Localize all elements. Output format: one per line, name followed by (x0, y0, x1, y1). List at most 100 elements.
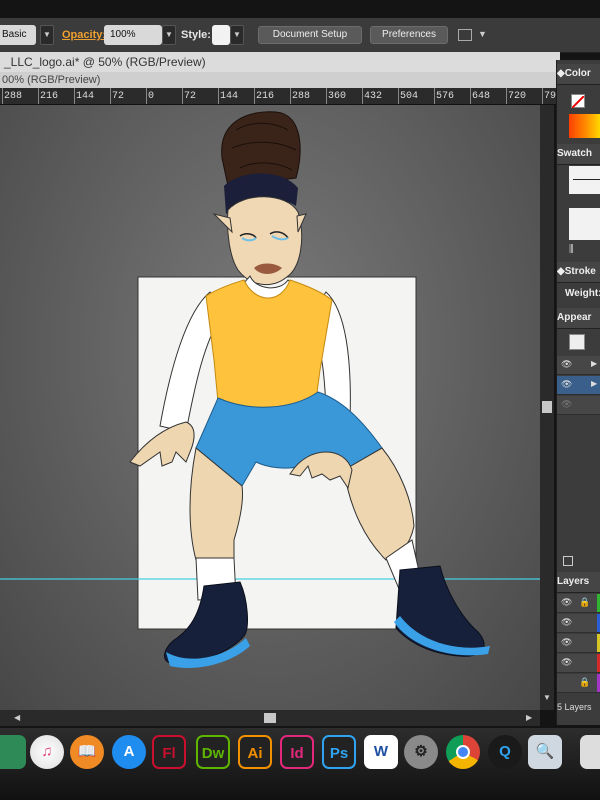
preferences-button[interactable]: Preferences (370, 26, 448, 44)
quicktime-icon[interactable]: Q (488, 735, 522, 769)
none-color-icon[interactable] (571, 94, 585, 109)
word-app-icon[interactable]: W (364, 735, 398, 769)
ruler-tick-line (290, 88, 291, 104)
style-label: Style: (181, 29, 211, 41)
system-preferences-icon[interactable]: ⚙ (404, 735, 438, 769)
right-panel-dock: ◆Color Swatch ⫼ ◆Stroke Weight: Appear 👁… (556, 60, 600, 725)
horizontal-scroll-thumb[interactable] (264, 713, 276, 723)
ruler-tick-line (38, 88, 39, 104)
ruler-tick-label: 504 (400, 91, 419, 102)
document-tab-title: _LLC_logo.ai* @ 50% (RGB/Preview) (4, 55, 206, 69)
swatches-panel-title[interactable]: Swatch (557, 144, 600, 165)
brush-definition-dropdown[interactable]: Basic (0, 25, 36, 45)
swatch-area[interactable] (569, 208, 600, 240)
window-title-text: 00% (RGB/Preview) (2, 74, 101, 86)
indesign-label: Id (290, 745, 304, 762)
vertical-scrollbar[interactable]: ▼ (540, 105, 554, 710)
illustrator-app-icon[interactable]: Ai (238, 735, 272, 769)
illustrator-label: Ai (247, 745, 263, 762)
chevron-right-icon[interactable]: ▶ (526, 713, 532, 722)
brush-value: Basic (2, 29, 27, 40)
appearance-panel-label: Appear (557, 312, 592, 323)
swatch-libraries-icon[interactable]: ⫼ (569, 244, 574, 255)
indesign-app-icon[interactable]: Id (280, 735, 314, 769)
ruler-tick-label: 432 (364, 91, 383, 102)
eye-icon[interactable]: 👁 (561, 359, 572, 370)
document-window-title: 00% (RGB/Preview) (0, 72, 560, 88)
ruler-tick-label: 288 (292, 91, 311, 102)
appearance-row[interactable]: 👁 ▶ (557, 356, 600, 375)
appearance-panel-title[interactable]: Appear (557, 308, 600, 329)
finder-window-icon[interactable] (580, 735, 600, 769)
color-panel-label: Color (564, 68, 591, 79)
chevron-down-icon[interactable]: ▼ (162, 25, 176, 45)
horizontal-ruler[interactable]: 288 216 144 72 0 72 144 216 288 360 432 504 576 648 72… (0, 88, 560, 105)
ibooks-icon[interactable]: 📖 (70, 735, 104, 769)
color-panel-title[interactable]: ◆Color (557, 64, 600, 85)
stroke-panel-title[interactable]: ◆Stroke (557, 262, 600, 283)
opacity-field[interactable]: 100% (104, 25, 162, 45)
document-tab[interactable]: _LLC_logo.ai* @ 50% (RGB/Preview) (0, 52, 560, 72)
lock-icon[interactable]: 🔒 (579, 597, 590, 608)
dreamweaver-app-icon[interactable]: Dw (196, 735, 230, 769)
preview-icon[interactable]: 🔍 (528, 735, 562, 769)
layer-row[interactable]: 👁 (557, 614, 600, 633)
swatch-preview[interactable] (569, 166, 600, 194)
color-spectrum[interactable] (569, 114, 600, 138)
eye-icon[interactable]: 👁 (561, 637, 572, 648)
eye-icon[interactable]: 👁 (561, 597, 572, 608)
chevron-down-icon[interactable]: ▼ (230, 25, 244, 45)
swatches-panel-label: Swatch (557, 148, 593, 159)
chevron-down-icon[interactable]: ▼ (40, 25, 54, 45)
illustration (0, 111, 540, 668)
layers-panel-title[interactable]: Layers (557, 572, 600, 593)
ruler-tick-line (362, 88, 363, 104)
dreamweaver-label: Dw (201, 745, 225, 762)
macos-dock: ♫ 📖 A Fl Dw Ai Id Ps W ⚙ Q 🔍 (0, 728, 600, 800)
layer-row[interactable]: 👁 🔒 (557, 594, 600, 613)
ruler-tick-line (506, 88, 507, 104)
layers-panel-label: Layers (557, 576, 590, 587)
new-item-icon[interactable] (563, 556, 573, 566)
photoshop-app-icon[interactable]: Ps (322, 735, 356, 769)
eye-icon[interactable]: 👁 (561, 379, 572, 390)
chevron-left-icon[interactable]: ◀ (14, 713, 20, 722)
layer-row[interactable]: 👁 (557, 654, 600, 673)
chrome-icon[interactable] (446, 735, 480, 769)
ruler-tick-line (110, 88, 111, 104)
chevron-right-icon[interactable]: ▶ (591, 359, 597, 368)
ruler-tick-line (398, 88, 399, 104)
appearance-row-selected[interactable]: 👁 ▶ (557, 376, 600, 395)
ruler-tick-label: 216 (256, 91, 275, 102)
itunes-icon[interactable]: ♫ (30, 735, 64, 769)
arrange-documents-icon[interactable] (458, 29, 472, 41)
eye-icon[interactable]: 👁 (561, 657, 572, 668)
opacity-label[interactable]: Opacity: (62, 25, 106, 45)
layer-row[interactable]: 👁 (557, 634, 600, 653)
eye-icon[interactable]: 👁 (561, 617, 572, 628)
layer-row[interactable]: 🔒 (557, 674, 600, 693)
lock-icon[interactable]: 🔒 (579, 677, 590, 688)
document-setup-button[interactable]: Document Setup (258, 26, 362, 44)
chevron-down-icon[interactable]: ▼ (543, 693, 551, 702)
app-store-icon[interactable]: A (112, 735, 146, 769)
flash-app-icon[interactable]: Fl (152, 735, 186, 769)
vest (205, 279, 333, 410)
vertical-scroll-thumb[interactable] (542, 401, 552, 413)
ruler-tick-line (218, 88, 219, 104)
chevron-down-icon[interactable]: ▼ (478, 29, 487, 39)
control-bar: Basic ▼ Opacity: 100% ▼ Style: ▼ Documen… (0, 18, 600, 53)
style-swatch[interactable] (212, 25, 230, 45)
appearance-row[interactable]: 👁 (557, 396, 600, 415)
horizontal-scrollbar[interactable]: ◀ ▶ (0, 710, 540, 726)
artboard-canvas[interactable] (0, 105, 540, 710)
ruler-tick-label: 72 (184, 91, 197, 102)
stroke-weight-label: Weight: (565, 288, 600, 299)
chevron-right-icon[interactable]: ▶ (591, 379, 597, 388)
facetime-icon[interactable] (0, 735, 26, 769)
eye-icon[interactable]: 👁 (561, 399, 572, 410)
ruler-tick-label: 216 (40, 91, 59, 102)
ruler-tick-label: 72 (112, 91, 125, 102)
ruler-tick-label: 648 (472, 91, 491, 102)
ruler-tick-line (326, 88, 327, 104)
